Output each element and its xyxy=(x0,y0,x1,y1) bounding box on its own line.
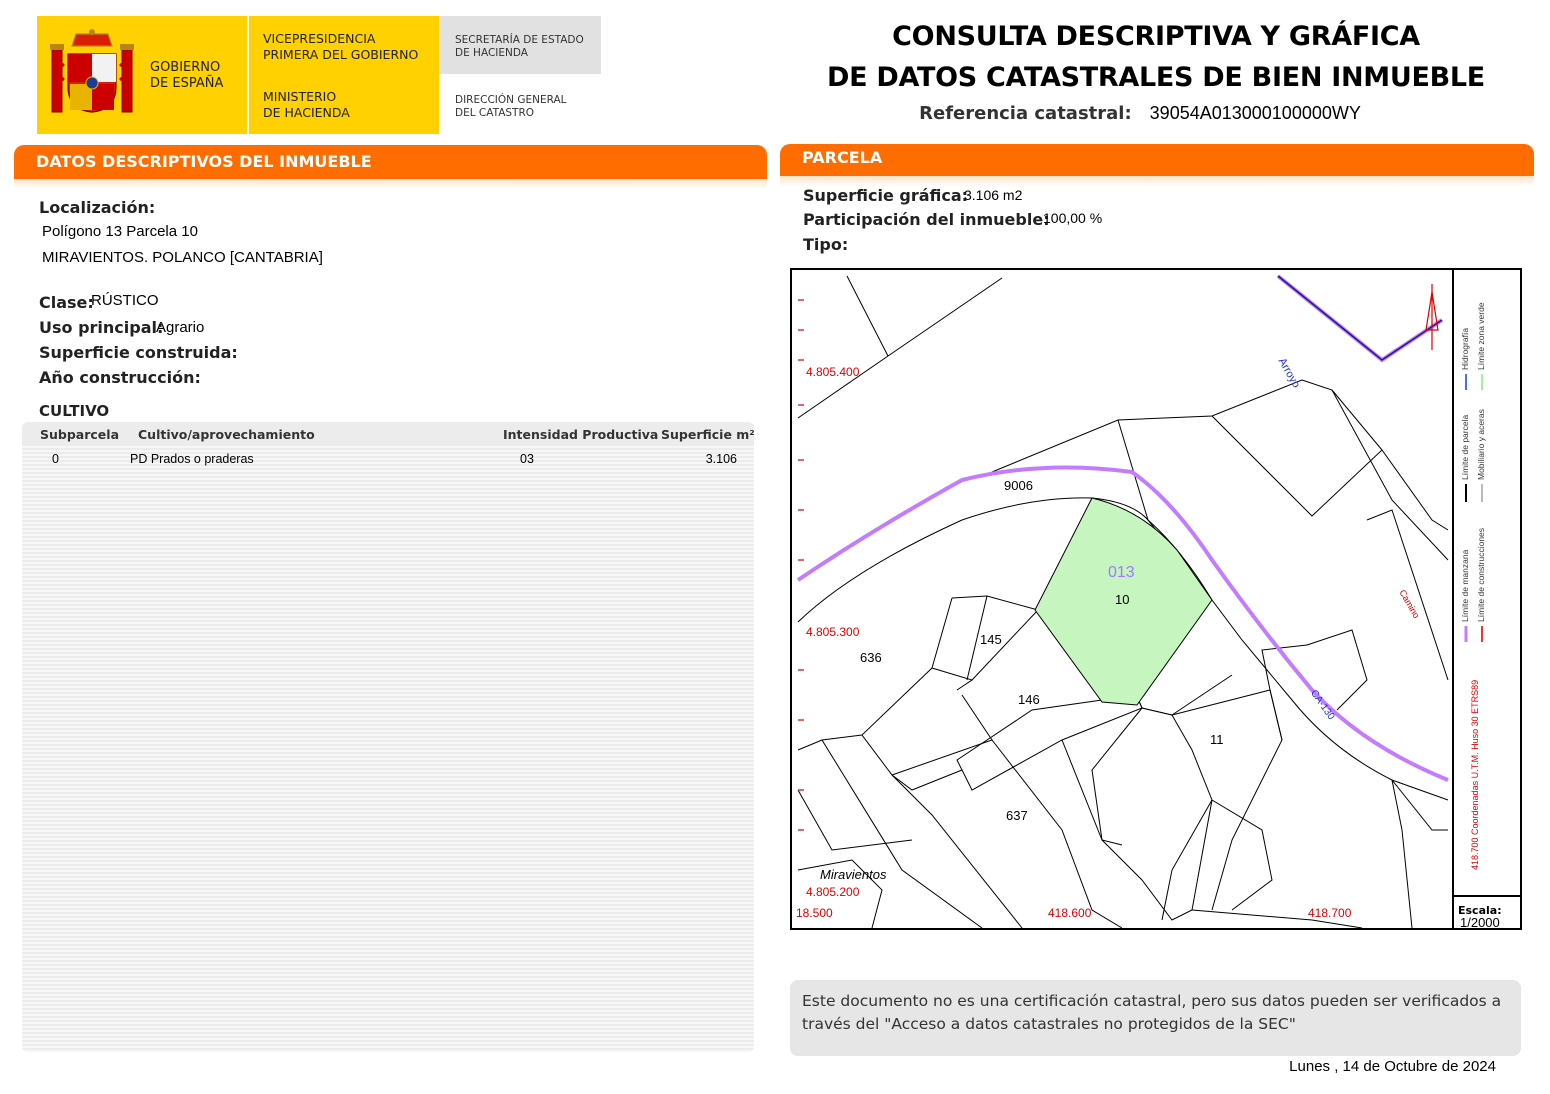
legend-hidrografia: Hidrografía xyxy=(1460,327,1470,370)
document-date: Lunes , 14 de Octubre de 2024 xyxy=(1289,1058,1496,1075)
coord-y-4805300: 4.805.300 xyxy=(806,625,860,639)
tipo-label: Tipo: xyxy=(803,235,849,254)
coord-y-4805200: 4.805.200 xyxy=(806,885,860,899)
spain-coat-of-arms-icon xyxy=(50,29,134,113)
parcel-label-10: 10 xyxy=(1115,592,1130,607)
parcel-label-145: 145 xyxy=(980,632,1002,647)
table-row-intensidad: 03 xyxy=(520,452,534,466)
sup-grafica-value: 3.106 m2 xyxy=(964,187,1023,203)
superficie-construida-label: Superficie construida: xyxy=(39,343,238,362)
parcel-label-637: 637 xyxy=(1006,808,1028,823)
secretaria-label: SECRETARÍA DE ESTADO DE HACIENDA xyxy=(455,34,584,59)
parcel-label-013: 013 xyxy=(1108,564,1135,581)
col-superficie: Superficie m² xyxy=(661,427,755,442)
direccion-label: DIRECCIÓN GENERAL DEL CATASTRO xyxy=(455,94,567,119)
col-intensidad: Intensidad Productiva xyxy=(503,427,659,442)
scale-value: 1/2000 xyxy=(1460,915,1500,930)
clase-label: Clase: xyxy=(39,293,94,312)
sup-grafica-label: Superficie gráfica: xyxy=(803,186,969,205)
coord-y-4805400: 4.805.400 xyxy=(806,365,860,379)
gobierno-label: GOBIERNO DE ESPAÑA xyxy=(150,60,224,91)
document-title: CONSULTA DESCRIPTIVA Y GRÁFICA DE DATOS C… xyxy=(827,21,1485,93)
coord-x-418500: 18.500 xyxy=(796,906,833,920)
table-row-subparcela: 0 xyxy=(52,452,59,466)
legend-limite-parcela: Límite de parcela xyxy=(1460,414,1470,480)
verification-notice: Este documento no es una certificación c… xyxy=(790,980,1521,1056)
parcel-label-146: 146 xyxy=(1018,692,1040,707)
legend-construcciones: Límite de construcciones xyxy=(1476,527,1486,622)
participacion-label: Participación del inmueble: xyxy=(803,210,1050,229)
localizacion-line1: Polígono 13 Parcela 10 xyxy=(42,223,198,240)
place-label-miravientos: Miravientos xyxy=(820,867,887,882)
table-row-superficie: 3.106 xyxy=(705,452,737,466)
legend-limite-manzana: Límite de manzana xyxy=(1460,549,1470,622)
ref-label: Referencia catastral: xyxy=(919,103,1132,124)
ministerio-label: MINISTERIO DE HACIENDA xyxy=(263,89,350,120)
cultivo-title: CULTIVO xyxy=(39,402,110,420)
clase-value: RÚSTICO xyxy=(91,292,159,309)
cultivo-table xyxy=(22,422,754,1052)
parcel-label-636: 636 xyxy=(860,650,882,665)
localizacion-label: Localización: xyxy=(39,198,156,217)
referencia-catastral: Referencia catastral: 39054A013000100000W… xyxy=(820,103,1460,124)
col-subparcela: Subparcela xyxy=(40,427,120,442)
table-row-cultivo: PD Prados o praderas xyxy=(130,452,254,466)
north-arrow-icon xyxy=(1425,284,1439,350)
coord-x-418600: 418.600 xyxy=(1048,906,1092,920)
participacion-value: 100,00 % xyxy=(1043,210,1103,226)
col-cultivo: Cultivo/aprovechamiento xyxy=(138,427,315,442)
anio-construccion-label: Año construcción: xyxy=(39,368,201,387)
parcel-label-9006: 9006 xyxy=(1004,478,1033,493)
parcel-label-11: 11 xyxy=(1210,732,1224,747)
ref-value: 39054A013000100000WY xyxy=(1149,103,1361,123)
uso-value: Agrario xyxy=(156,319,205,336)
legend-zona-verde: Límite zona verde xyxy=(1476,302,1486,370)
vicepresidencia-label: VICEPRESIDENCIA PRIMERA DEL GOBIERNO xyxy=(263,31,419,62)
legend-coordenadas: 418.700 Coordenadas U.T.M. Huso 30 ETRS8… xyxy=(1470,679,1480,870)
coord-x-418700: 418.700 xyxy=(1308,906,1352,920)
parcela-section-header: PARCELA xyxy=(780,144,1534,186)
cadastral-map: 4.805.400 4.805.300 4.805.200 18.500 418… xyxy=(790,268,1522,930)
legend-mobiliario: Mobiliario y aceras xyxy=(1476,409,1486,480)
descriptive-section-header: DATOS DESCRIPTIVOS DEL INMUEBLE xyxy=(14,145,767,189)
uso-label: Uso principal: xyxy=(39,318,164,337)
logo-divider xyxy=(247,16,249,134)
localizacion-line2: MIRAVIENTOS. POLANCO [CANTABRIA] xyxy=(42,249,323,266)
